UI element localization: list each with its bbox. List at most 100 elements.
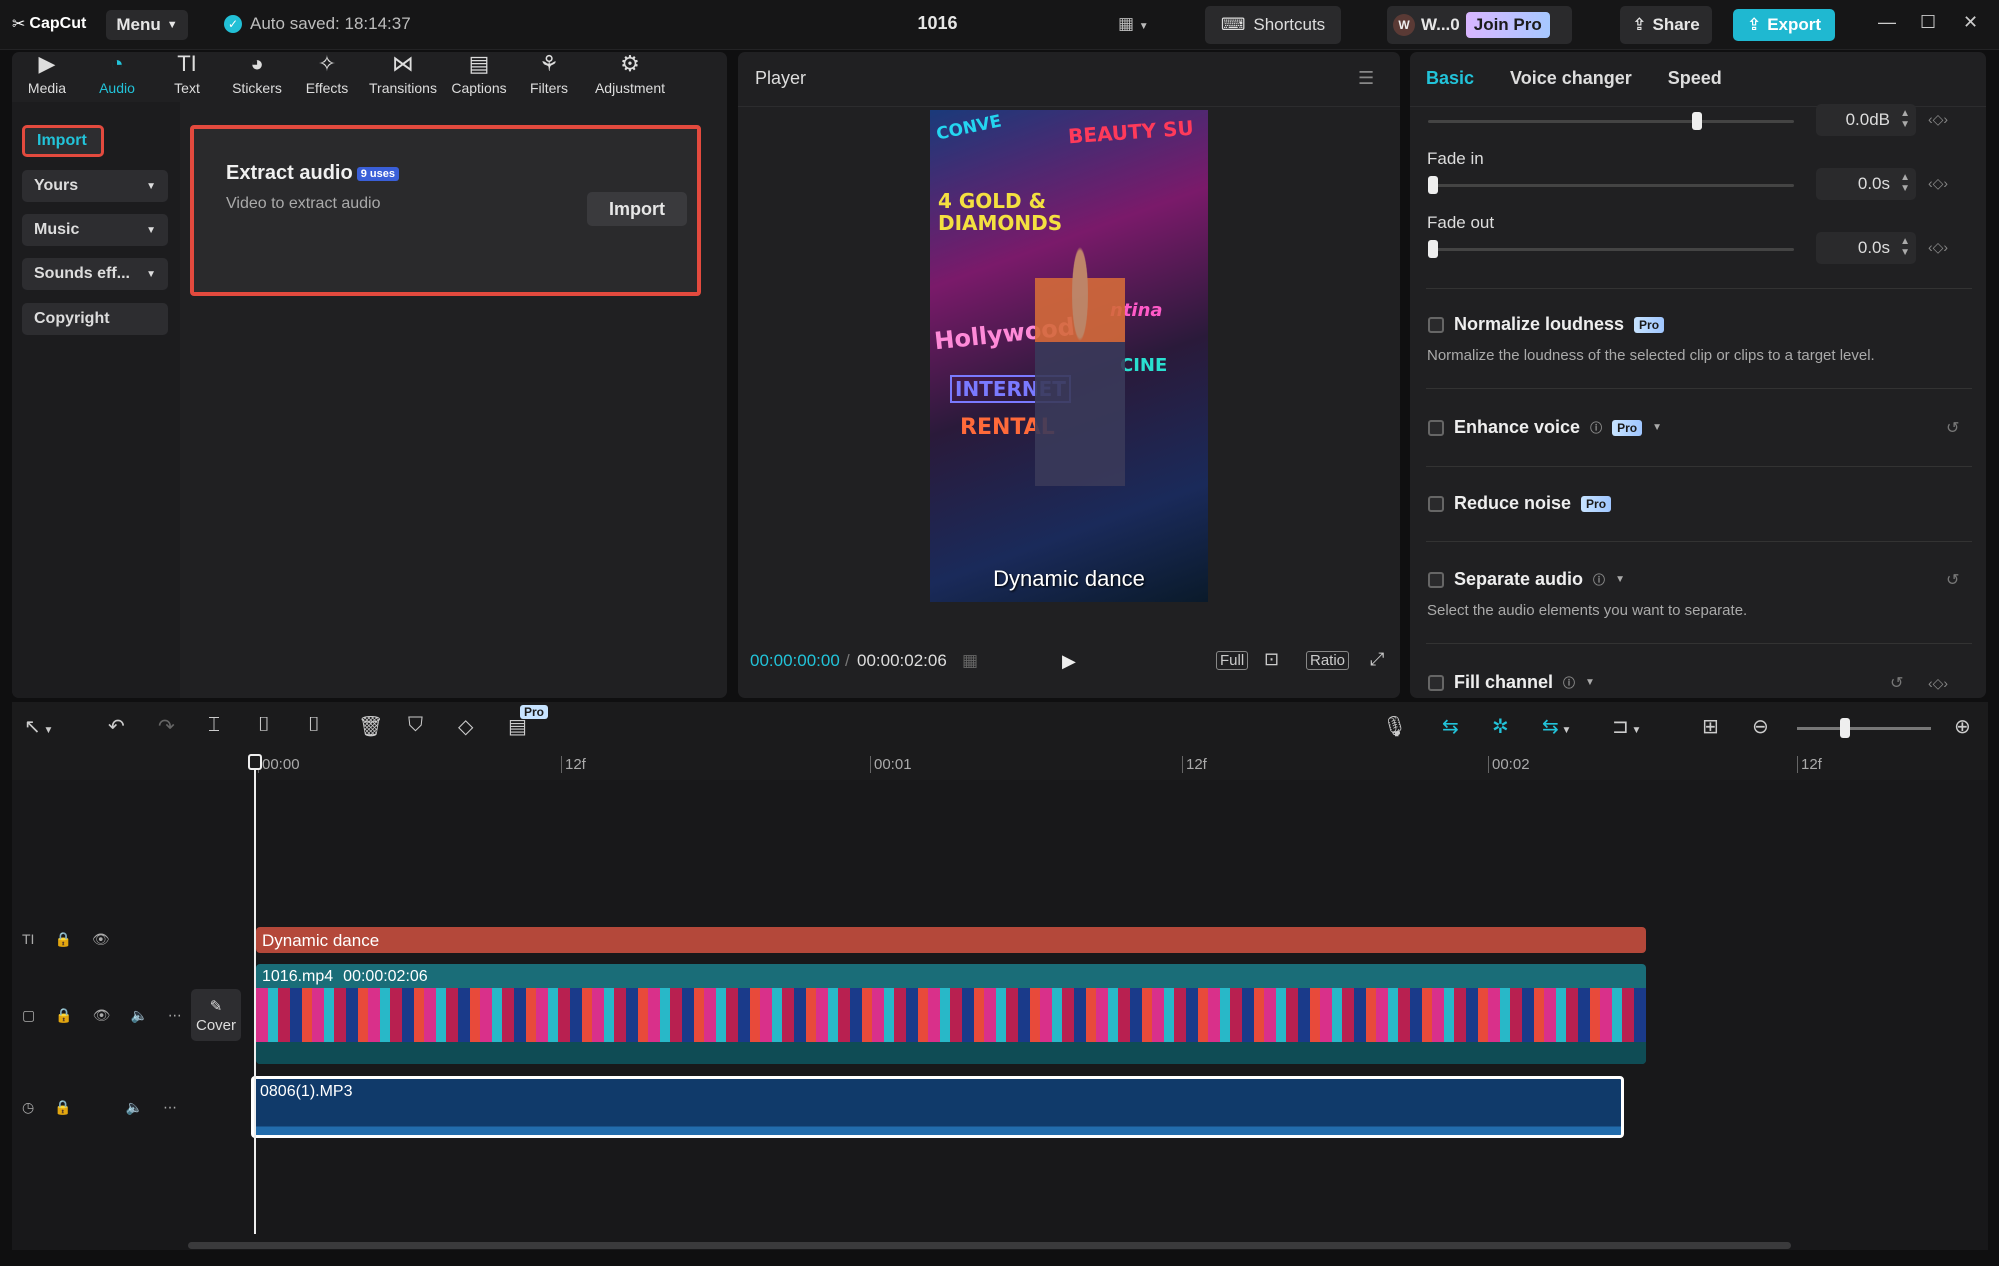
chevron-down-icon[interactable]: ▼ <box>1652 422 1662 433</box>
volume-value[interactable]: 0.0dB ▲ ▼ <box>1816 104 1916 136</box>
speaker-icon[interactable]: 🔈 <box>126 1099 143 1116</box>
lock-icon[interactable]: 🔒 <box>54 931 71 948</box>
keyframe-icon[interactable]: ‹◇› <box>1928 239 1948 256</box>
horizontal-scrollbar[interactable] <box>188 1242 1791 1249</box>
info-icon[interactable]: ⓘ <box>1590 419 1602 436</box>
maximize-icon[interactable]: ☐ <box>1920 12 1936 33</box>
play-icon[interactable]: ▶ <box>1062 651 1076 672</box>
import-button[interactable]: Import <box>587 192 687 226</box>
nav-yours[interactable]: Yours ▼ <box>22 170 168 202</box>
split-icon[interactable]: ⌶ <box>208 714 220 737</box>
fade-out-value[interactable]: 0.0s ▲ ▼ <box>1816 232 1916 264</box>
lock-icon[interactable]: 🔒 <box>54 1099 71 1116</box>
volume-knob[interactable] <box>1692 112 1702 130</box>
nav-import[interactable]: Import <box>22 125 104 157</box>
normalize-option[interactable]: Normalize loudness Pro <box>1428 314 1665 335</box>
zoom-in-icon[interactable]: ⊕ <box>1954 714 1971 739</box>
separate-audio-option[interactable]: Separate audio ⓘ ▼ <box>1428 569 1625 590</box>
lock-icon[interactable]: 🔒 <box>55 1007 72 1024</box>
chevron-down-icon[interactable]: ▼ <box>1585 677 1595 688</box>
stepper-icon[interactable]: ▲ ▼ <box>1900 108 1910 130</box>
tab-voice-changer[interactable]: Voice changer <box>1510 68 1632 89</box>
audio-clip[interactable]: 0806(1).MP3 <box>251 1076 1624 1138</box>
fade-in-slider[interactable] <box>1428 176 1794 194</box>
nav-sounds[interactable]: Sounds eff... ▼ <box>22 258 168 290</box>
keyframe-icon[interactable]: ‹◇› <box>1928 675 1948 692</box>
playhead-handle[interactable] <box>248 754 262 770</box>
minimize-icon[interactable]: — <box>1878 12 1896 33</box>
chevron-down-icon[interactable]: ▼ <box>1615 574 1625 585</box>
close-icon[interactable]: ✕ <box>1963 12 1978 33</box>
select-tool-icon[interactable]: ↖ ▼ <box>24 714 53 739</box>
redo-icon[interactable]: ↷ <box>158 714 175 739</box>
delete-icon[interactable]: 🗑 <box>358 714 383 739</box>
fill-channel-checkbox[interactable] <box>1428 674 1444 691</box>
screenshot-icon[interactable]: ⊡ <box>1264 649 1279 670</box>
separate-audio-checkbox[interactable] <box>1428 571 1444 588</box>
reset-icon[interactable]: ↺ <box>1946 570 1959 590</box>
split-right-icon[interactable]: ⌷ <box>308 714 320 737</box>
tab-adjustment[interactable]: ⚙ Adjustment <box>584 52 676 102</box>
magnet-icon[interactable]: ✲ <box>1492 714 1509 739</box>
tab-effects[interactable]: ✧ Effects <box>292 52 362 102</box>
reset-icon[interactable]: ↺ <box>1890 673 1903 693</box>
normalize-checkbox[interactable] <box>1428 316 1444 333</box>
keyframe-icon[interactable]: ‹◇› <box>1928 175 1948 192</box>
tab-stickers[interactable]: ◕ Stickers <box>222 52 292 102</box>
fade-in-value[interactable]: 0.0s ▲ ▼ <box>1816 168 1916 200</box>
reduce-noise-checkbox[interactable] <box>1428 495 1444 512</box>
stepper-icon[interactable]: ▲ ▼ <box>1900 236 1910 258</box>
project-title[interactable]: 1016 <box>900 13 975 34</box>
video-clip[interactable]: 1016.mp4 00:00:02:06 <box>256 964 1646 1064</box>
playhead[interactable] <box>254 754 256 1234</box>
fade-out-slider[interactable] <box>1428 240 1794 258</box>
eye-icon[interactable]: 👁 <box>93 1007 111 1024</box>
info-icon[interactable]: ⓘ <box>1563 674 1575 691</box>
video-preview[interactable]: CONVE BEAUTY SU 4 GOLD & DIAMONDS Hollyw… <box>930 110 1208 602</box>
keyframe-icon[interactable]: ‹◇› <box>1928 111 1948 128</box>
undo-icon[interactable]: ↶ <box>108 714 125 739</box>
text-clip[interactable]: Dynamic dance <box>256 927 1646 953</box>
shield-icon[interactable]: ⛉ <box>408 714 423 737</box>
tab-speed[interactable]: Speed <box>1668 68 1722 89</box>
enhance-option[interactable]: Enhance voice ⓘ Pro ▼ <box>1428 417 1662 438</box>
fade-in-knob[interactable] <box>1428 176 1438 194</box>
speaker-icon[interactable]: 🔈 <box>130 1007 147 1024</box>
tab-audio[interactable]: ◔ Audio <box>82 52 152 102</box>
enhance-checkbox[interactable] <box>1428 419 1444 436</box>
fill-channel-option[interactable]: Fill channel ⓘ ▼ <box>1428 672 1595 693</box>
microphone-icon[interactable]: 🎙 <box>1382 714 1407 739</box>
marker-icon[interactable]: ◇ <box>458 714 473 739</box>
more-icon[interactable]: ⋯ <box>163 1099 177 1116</box>
reduce-noise-option[interactable]: Reduce noise Pro <box>1428 493 1612 514</box>
zoom-knob[interactable] <box>1840 718 1850 738</box>
preview-axis-icon[interactable]: ⊐ ▼ <box>1612 714 1641 739</box>
tab-captions[interactable]: ▤ Captions <box>444 52 514 102</box>
tab-transitions[interactable]: ⋈ Transitions <box>362 52 444 102</box>
fullscreen-icon[interactable]: ⤢ <box>1370 649 1384 670</box>
layout-icon[interactable]: ▦ ▼ <box>1118 14 1149 34</box>
volume-slider[interactable] <box>1428 112 1794 130</box>
player-menu-icon[interactable]: ☰ <box>1358 68 1374 89</box>
cover-button[interactable]: ✎ Cover <box>191 989 241 1041</box>
tab-media[interactable]: ▶ Media <box>12 52 82 102</box>
shortcuts-button[interactable]: ⌨ Shortcuts <box>1205 6 1341 44</box>
reset-icon[interactable]: ↺ <box>1946 418 1959 438</box>
menu-button[interactable]: Menu ▼ <box>106 10 188 40</box>
more-icon[interactable]: ⋯ <box>168 1007 182 1024</box>
join-pro-button[interactable]: Join Pro <box>1465 12 1550 38</box>
zoom-out-icon[interactable]: ⊖ <box>1752 714 1769 739</box>
share-button[interactable]: ⇪ Share <box>1620 6 1712 44</box>
nav-music[interactable]: Music ▼ <box>22 214 168 246</box>
zoom-slider[interactable] <box>1797 727 1931 730</box>
workspace-button[interactable]: W W...0 Join Pro <box>1387 6 1572 44</box>
info-icon[interactable]: ⓘ <box>1593 571 1605 588</box>
full-button[interactable]: Full <box>1216 651 1249 670</box>
tab-text[interactable]: TI Text <box>152 52 222 102</box>
nav-copyright[interactable]: Copyright <box>22 303 168 335</box>
stepper-icon[interactable]: ▲ ▼ <box>1900 172 1910 194</box>
ratio-button[interactable]: Ratio <box>1306 651 1350 670</box>
fade-out-knob[interactable] <box>1428 240 1438 258</box>
fit-icon[interactable]: ⊞ <box>1702 714 1719 739</box>
snap-icon[interactable]: ⇆ ▼ <box>1542 714 1571 739</box>
